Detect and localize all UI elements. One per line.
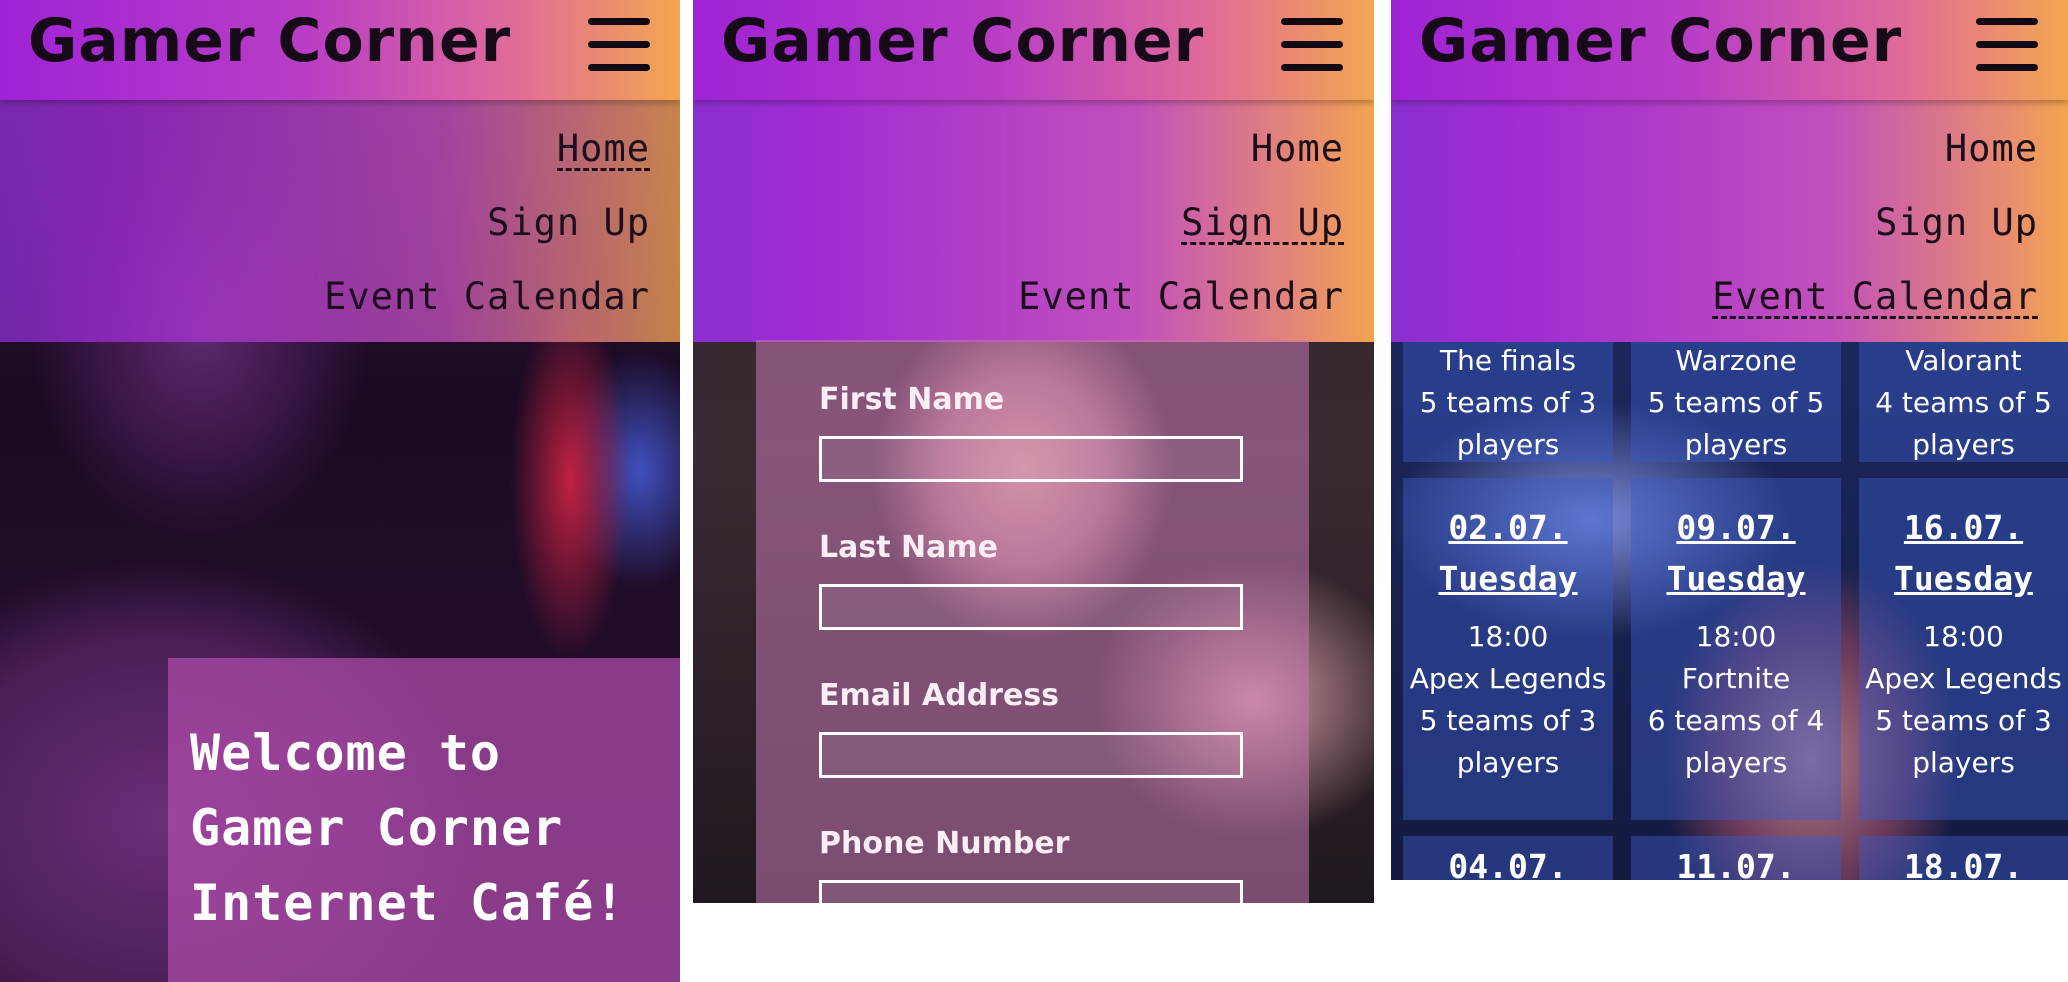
- event-date[interactable]: 02.07.: [1403, 502, 1613, 553]
- calendar-event-cell[interactable]: The finals 5 teams of 3 players: [1403, 340, 1613, 462]
- first-name-label: First Name: [819, 382, 1005, 417]
- nav-home[interactable]: Home: [693, 114, 1374, 188]
- event-day[interactable]: Tuesday: [1859, 553, 2068, 604]
- brand-logo[interactable]: Gamer Corner: [28, 6, 511, 76]
- email-label: Email Address: [819, 678, 1060, 713]
- event-day[interactable]: Tuesday: [1403, 553, 1613, 604]
- calendar-event-cell[interactable]: 16.07. Tuesday 18:00 Apex Legends 5 team…: [1859, 478, 2068, 820]
- brand-logo[interactable]: Gamer Corner: [721, 6, 1204, 76]
- nav-event-calendar[interactable]: Event Calendar: [0, 262, 680, 336]
- nav-event-calendar[interactable]: Event Calendar: [1391, 262, 2068, 336]
- calendar-event-cell[interactable]: 09.07. Tuesday 18:00 Fortnite 6 teams of…: [1631, 478, 1841, 820]
- site-header: Gamer Corner: [0, 0, 680, 100]
- nav-menu: Home Sign Up Event Calendar: [1391, 100, 2068, 342]
- nav-sign-up[interactable]: Sign Up: [0, 188, 680, 262]
- hamburger-menu-icon[interactable]: [1281, 18, 1343, 72]
- phone-input[interactable]: [819, 880, 1243, 903]
- nav-event-calendar[interactable]: Event Calendar: [693, 262, 1374, 336]
- hamburger-menu-icon[interactable]: [588, 18, 650, 72]
- event-date[interactable]: 09.07.: [1631, 502, 1841, 553]
- nav-sign-up[interactable]: Sign Up: [1391, 188, 2068, 262]
- nav-sign-up[interactable]: Sign Up: [693, 188, 1374, 262]
- event-date[interactable]: 04.07.: [1403, 846, 1613, 880]
- phone-label: Phone Number: [819, 826, 1070, 861]
- nav-home[interactable]: Home: [1391, 114, 2068, 188]
- calendar-event-cell[interactable]: 11.07.: [1631, 836, 1841, 880]
- email-input[interactable]: [819, 732, 1243, 778]
- home-screen: Gamer Corner Home Sign Up Event Calendar…: [0, 0, 680, 982]
- first-name-input[interactable]: [819, 436, 1243, 482]
- welcome-heading: Welcome to Gamer Corner Internet Café!: [190, 724, 626, 932]
- last-name-input[interactable]: [819, 584, 1243, 630]
- event-date[interactable]: 11.07.: [1631, 846, 1841, 880]
- signup-screen: Gamer Corner Home Sign Up Event Calendar…: [693, 0, 1374, 903]
- last-name-label: Last Name: [819, 530, 998, 565]
- nav-menu: Home Sign Up Event Calendar: [0, 100, 680, 342]
- event-date[interactable]: 18.07.: [1859, 846, 2068, 880]
- welcome-banner: Welcome to Gamer Corner Internet Café!: [168, 658, 680, 982]
- calendar-event-cell[interactable]: Warzone 5 teams of 5 players: [1631, 340, 1841, 462]
- signup-form: First Name Last Name Email Address Phone…: [756, 340, 1309, 903]
- calendar-event-cell[interactable]: 04.07.: [1403, 836, 1613, 880]
- nav-home[interactable]: Home: [0, 114, 680, 188]
- site-header: Gamer Corner: [693, 0, 1374, 100]
- event-date[interactable]: 16.07.: [1859, 502, 2068, 553]
- calendar-event-cell[interactable]: 18.07.: [1859, 836, 2068, 880]
- event-day[interactable]: Tuesday: [1631, 553, 1841, 604]
- calendar-event-cell[interactable]: Valorant 4 teams of 5 players: [1859, 340, 2068, 462]
- hamburger-menu-icon[interactable]: [1976, 18, 2038, 72]
- calendar-screen: Gamer Corner Home Sign Up Event Calendar…: [1391, 0, 2068, 880]
- nav-menu: Home Sign Up Event Calendar: [693, 100, 1374, 342]
- calendar-event-cell[interactable]: 02.07. Tuesday 18:00 Apex Legends 5 team…: [1403, 478, 1613, 820]
- event-calendar-grid: The finals 5 teams of 3 players Warzone …: [1391, 340, 2068, 880]
- brand-logo[interactable]: Gamer Corner: [1419, 6, 1902, 76]
- site-header: Gamer Corner: [1391, 0, 2068, 100]
